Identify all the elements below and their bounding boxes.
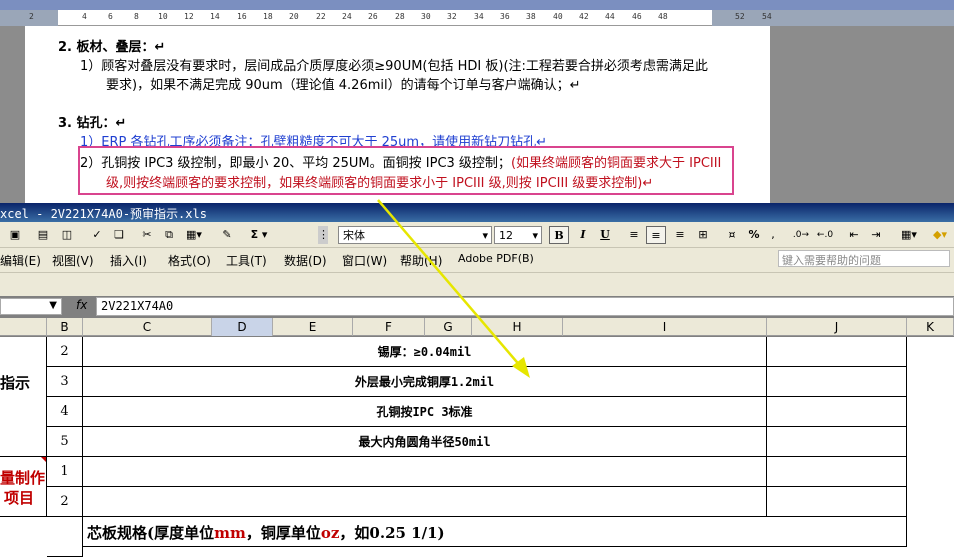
annotation-arrow	[377, 199, 530, 378]
